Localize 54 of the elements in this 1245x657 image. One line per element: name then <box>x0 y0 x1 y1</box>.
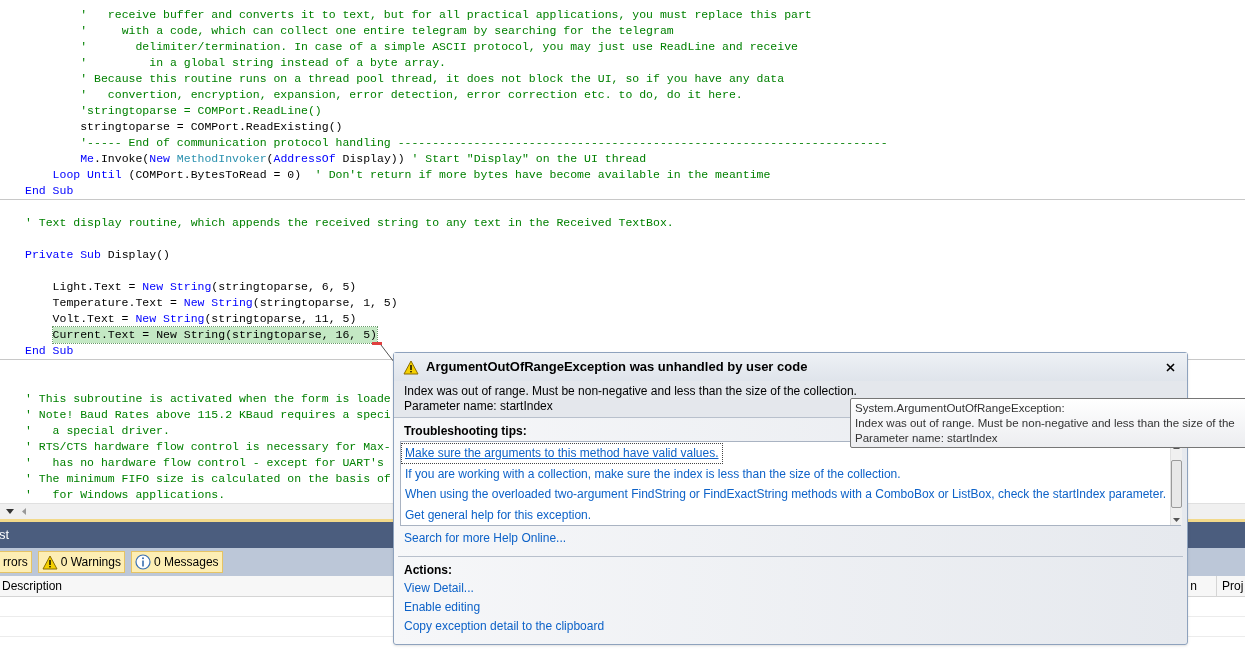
close-icon <box>1165 362 1175 372</box>
code-line: ' convertion, encryption, expansion, error detection, error correction etc. to do, do it here. <box>80 87 743 103</box>
panel-title: st <box>0 526 10 545</box>
code-line: Private Sub Display() <box>25 247 170 263</box>
code-line: ' has no hardware flow control - except for UART's <box>25 455 384 471</box>
code-line: Volt.Text = New String(stringtoparse, 11, 5) <box>52 311 357 327</box>
code-line: ' Text display routine, which appends the received string to any text in the Received TextBox. <box>25 215 674 231</box>
tooltip-text: System.ArgumentOutOfRangeException: <box>855 401 1066 416</box>
action-link[interactable]: View Detail... <box>404 581 474 596</box>
code-line: stringtoparse = COMPort.ReadExisting() <box>80 119 343 135</box>
help-online-link[interactable]: Search for more Help Online... <box>394 531 577 546</box>
code-line: 'stringtoparse = COMPort.ReadLine() <box>80 103 322 119</box>
exception-message: Parameter name: startIndex <box>404 399 553 414</box>
tips-heading: Troubleshooting tips: <box>403 424 528 439</box>
tip-link[interactable]: When using the overloaded two-argument FindString or FindExactString methods with a ComboBox or ListBox, check the startIndex parameter. <box>401 484 1171 505</box>
filter-toggle[interactable]: rrors <box>0 551 32 573</box>
code-line: Me.Invoke(New MethodInvoker(AddressOf Display)) ' Start "Display" on the UI thread <box>80 151 647 167</box>
scroll-thumb[interactable] <box>1171 459 1183 508</box>
highlighted-statement: Current.Text = New String(stringtoparse, 16, 5) <box>52 327 377 343</box>
code-line: End Sub <box>25 343 74 359</box>
code-line: ' for Windows applications. <box>25 487 226 503</box>
code-line: ' a special driver. <box>25 423 170 439</box>
tip-link[interactable]: If you are working with a collection, make sure the index is less than the size of the collection. <box>401 463 905 484</box>
dropdown-arrow-icon[interactable] <box>6 509 14 514</box>
leader-line <box>371 341 395 363</box>
code-line: ' Because this routine runs on a thread pool thread, it does not block the UI, so if you have any data <box>80 71 785 87</box>
tip-link[interactable]: Make sure the arguments to this method have valid values. <box>401 443 723 464</box>
actions-heading: Actions: <box>403 563 453 578</box>
code-line: Light.Text = New String(stringtoparse, 6, 5) <box>52 279 357 295</box>
tooltip-text: Parameter name: startIndex <box>855 431 999 446</box>
code-line: ' Note! Baud Rates above 115.2 KBaud requires a speci <box>25 407 391 423</box>
column-header[interactable]: Proj <box>1216 576 1245 596</box>
info-icon <box>134 554 151 570</box>
action-link[interactable]: Copy exception detail to the clipboard <box>404 619 605 634</box>
code-line: ' This subroutine is activated when the form is loade <box>25 391 391 407</box>
code-line: ' receive buffer and converts it to text, but for all practical applications, you must replace this part <box>80 7 812 23</box>
dialog-title: ArgumentOutOfRangeException was unhandled by user code <box>426 358 809 377</box>
code-line: Temperature.Text = New String(stringtoparse, 1, 5) <box>52 295 398 311</box>
code-line: ' The minimum FIFO size is calculated on the basis of <box>25 471 391 487</box>
code-line: Loop Until (COMPort.BytesToRead = 0) ' Don't return if more bytes have become available in the meantime <box>52 167 771 183</box>
code-line: ' with a code, which can collect one entire telegram by searching for the telegram <box>80 23 674 39</box>
exception-message: Index was out of range. Must be non-negative and less than the size of the collection. <box>404 384 857 399</box>
warning-icon <box>403 359 419 375</box>
warning-icon <box>41 554 58 570</box>
code-line: '----- End of communication protocol handling ----------------------------------------------------------------------- <box>80 135 888 151</box>
tooltip-text: Index was out of range. Must be non-negative and less than the size of the <box>855 416 1236 431</box>
code-line: ' RTS/CTS hardware flow control is necessary for Max- <box>25 439 391 455</box>
tip-link[interactable]: Get general help for this exception. <box>401 504 596 525</box>
code-line: ' in a global string instead of a byte array. <box>80 55 446 71</box>
code-line: End Sub <box>25 183 74 199</box>
filter-toggle[interactable]: 0 Messages <box>130 551 223 573</box>
action-link[interactable]: Enable editing <box>404 600 481 615</box>
filter-toggle[interactable]: 0 Warnings <box>37 551 125 573</box>
code-line: ' delimiter/termination. In case of a simple ASCII protocol, you may just use ReadLine and receive <box>80 39 798 55</box>
